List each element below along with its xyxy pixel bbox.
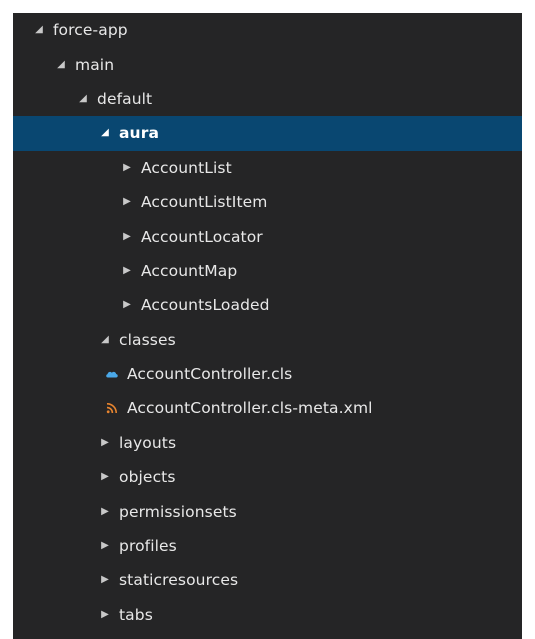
tree-item-accountlistitem[interactable]: ▶ AccountListItem <box>13 185 522 219</box>
tree-item-accountmap[interactable]: ▶ AccountMap <box>13 254 522 288</box>
tree-item-accountsloaded[interactable]: ▶ AccountsLoaded <box>13 288 522 322</box>
chevron-down-icon[interactable]: ◢ <box>75 93 91 104</box>
tree-item-label: AccountLocator <box>141 227 263 246</box>
file-explorer-panel: ◢ force-app ◢ main ◢ default ◢ aura ▶ Ac… <box>13 13 522 639</box>
chevron-down-icon[interactable]: ◢ <box>97 334 113 345</box>
tree-item-accountlist[interactable]: ▶ AccountList <box>13 151 522 185</box>
chevron-right-icon[interactable]: ▶ <box>119 231 135 242</box>
tree-item-label: objects <box>119 468 176 487</box>
chevron-down-icon[interactable]: ◢ <box>97 128 113 138</box>
tree-item-profiles[interactable]: ▶ profiles <box>13 529 522 563</box>
chevron-down-icon[interactable]: ◢ <box>53 59 69 70</box>
tree-item-accountcontroller-cls[interactable]: AccountController.cls <box>13 357 522 391</box>
chevron-right-icon[interactable]: ▶ <box>97 506 113 517</box>
tree-item-label: default <box>97 89 153 108</box>
tree-item-label: permissionsets <box>119 502 237 521</box>
tree-item-label: classes <box>119 330 176 349</box>
tree-item-default[interactable]: ◢ default <box>13 82 522 116</box>
tree-item-label: AccountController.cls-meta.xml <box>127 399 373 418</box>
chevron-right-icon[interactable]: ▶ <box>97 541 113 551</box>
tree-item-label: AccountListItem <box>141 193 268 212</box>
tree-item-force-app[interactable]: ◢ force-app <box>13 13 522 47</box>
tree-item-accountlocator[interactable]: ▶ AccountLocator <box>13 219 522 253</box>
tree-item-label: force-app <box>53 21 128 40</box>
tree-item-staticresources[interactable]: ▶ staticresources <box>13 563 522 597</box>
tree-item-label: staticresources <box>119 571 239 590</box>
chevron-right-icon[interactable]: ▶ <box>97 609 113 620</box>
file-tree: ◢ force-app ◢ main ◢ default ◢ aura ▶ Ac… <box>13 13 522 632</box>
chevron-down-icon[interactable]: ◢ <box>31 25 47 35</box>
chevron-right-icon[interactable]: ▶ <box>119 197 135 207</box>
tree-item-tabs[interactable]: ▶ tabs <box>13 598 522 632</box>
xml-file-icon <box>103 402 121 414</box>
tree-item-label: AccountList <box>141 158 232 177</box>
chevron-right-icon[interactable]: ▶ <box>97 437 113 448</box>
tree-item-label: AccountsLoaded <box>141 296 270 315</box>
tree-item-accountcontroller-cls-meta-xml[interactable]: AccountController.cls-meta.xml <box>13 391 522 425</box>
chevron-right-icon[interactable]: ▶ <box>119 265 135 276</box>
chevron-right-icon[interactable]: ▶ <box>119 162 135 173</box>
tree-item-label: AccountController.cls <box>127 365 293 384</box>
tree-item-label: AccountMap <box>141 261 238 280</box>
tree-item-label: profiles <box>119 537 177 556</box>
chevron-right-icon[interactable]: ▶ <box>97 575 113 585</box>
tree-item-label: main <box>75 55 115 74</box>
tree-item-label: aura <box>119 124 159 143</box>
chevron-right-icon[interactable]: ▶ <box>97 472 113 482</box>
cls-file-icon <box>103 369 121 379</box>
tree-item-classes[interactable]: ◢ classes <box>13 323 522 357</box>
tree-item-main[interactable]: ◢ main <box>13 47 522 81</box>
tree-item-objects[interactable]: ▶ objects <box>13 460 522 494</box>
tree-item-label: layouts <box>119 433 177 452</box>
tree-item-layouts[interactable]: ▶ layouts <box>13 426 522 460</box>
tree-item-label: tabs <box>119 605 153 624</box>
chevron-right-icon[interactable]: ▶ <box>119 300 135 310</box>
tree-item-permissionsets[interactable]: ▶ permissionsets <box>13 494 522 528</box>
tree-item-aura[interactable]: ◢ aura <box>13 116 522 151</box>
